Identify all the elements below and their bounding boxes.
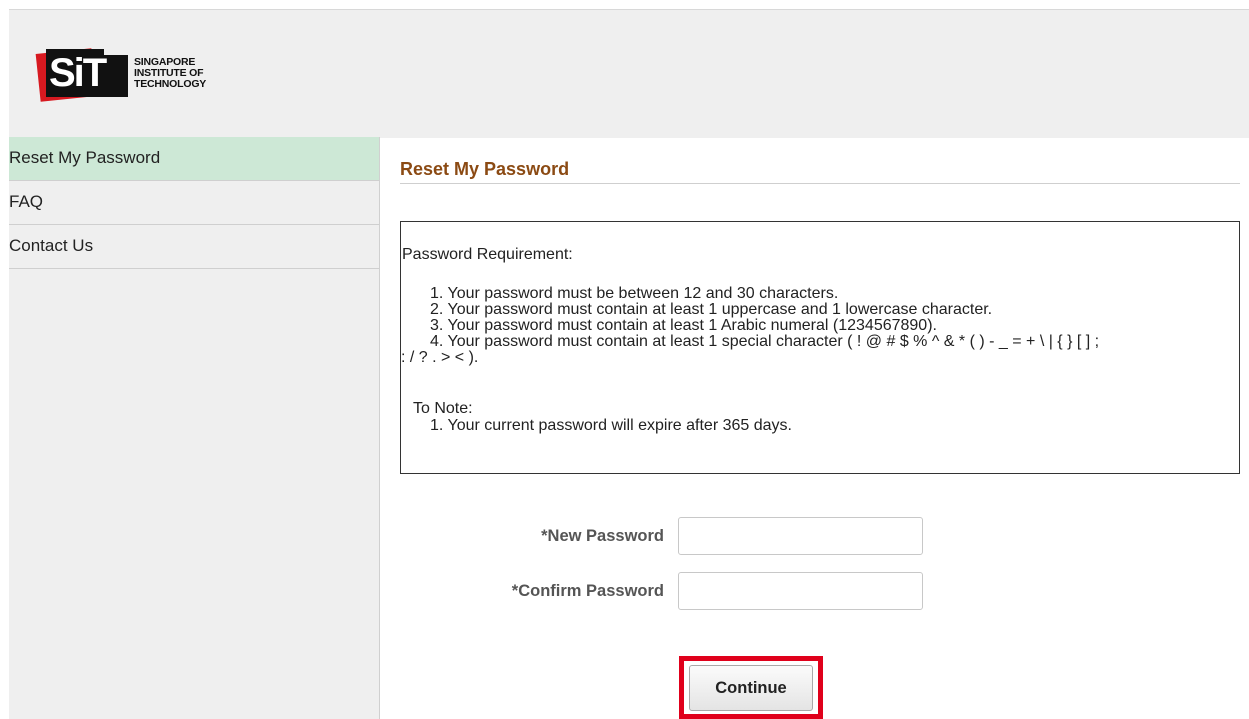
logo-text-line: SINGAPORE (134, 55, 196, 68)
page-title: Reset My Password (400, 159, 570, 179)
confirm-password-input[interactable] (678, 572, 923, 610)
confirm-password-label: *Confirm Password (511, 582, 664, 600)
confirm-password-row: *Confirm Password (400, 572, 1240, 612)
logo-letters: SiT (49, 51, 107, 95)
note-item: 1. Your current password will expire aft… (430, 417, 792, 434)
continue-button[interactable]: Continue (689, 665, 813, 711)
new-password-input[interactable] (678, 517, 923, 555)
sidebar-item-label: Contact Us (9, 236, 94, 255)
logo-text: SINGAPORE INSTITUTE OF TECHNOLOGY (134, 55, 207, 90)
sidebar-item-label: Reset My Password (9, 148, 161, 167)
new-password-row: *New Password (400, 517, 1240, 557)
new-password-label: *New Password (541, 527, 664, 545)
logo-text-line: INSTITUTE OF (134, 66, 204, 79)
sit-logo-mark: SiT (35, 45, 130, 102)
requirement-item: 1. Your password must be between 12 and … (430, 285, 839, 302)
page-header: SiT SINGAPORE INSTITUTE OF TECHNOLOGY (9, 9, 1249, 138)
sidebar-item-reset-my-password[interactable]: Reset My Password (9, 137, 379, 181)
requirement-item: 4. Your password must contain at least 1… (430, 333, 1100, 350)
title-divider (400, 183, 1240, 184)
sidebar-item-faq[interactable]: FAQ (9, 181, 379, 225)
logo-text-line: TECHNOLOGY (134, 77, 207, 90)
requirement-item: 3. Your password must contain at least 1… (430, 317, 937, 334)
requirement-item: 2. Your password must contain at least 1… (430, 301, 993, 318)
requirements-heading: Password Requirement: (402, 246, 573, 263)
requirement-item-continued: : / ? . > < ). (401, 349, 479, 366)
requirements-list: 1. Your password must be between 12 and … (401, 286, 1239, 366)
sidebar-item-label: FAQ (9, 192, 44, 211)
sidebar-item-contact-us[interactable]: Contact Us (9, 225, 379, 269)
sidebar: Reset My Password FAQ Contact Us (9, 137, 380, 719)
password-requirements-box: Password Requirement: 1. Your password m… (400, 221, 1240, 474)
continue-button-highlight: Continue (679, 656, 823, 719)
sit-logo: SiT SINGAPORE INSTITUTE OF TECHNOLOGY (35, 45, 207, 102)
note-heading: To Note: (413, 400, 473, 417)
